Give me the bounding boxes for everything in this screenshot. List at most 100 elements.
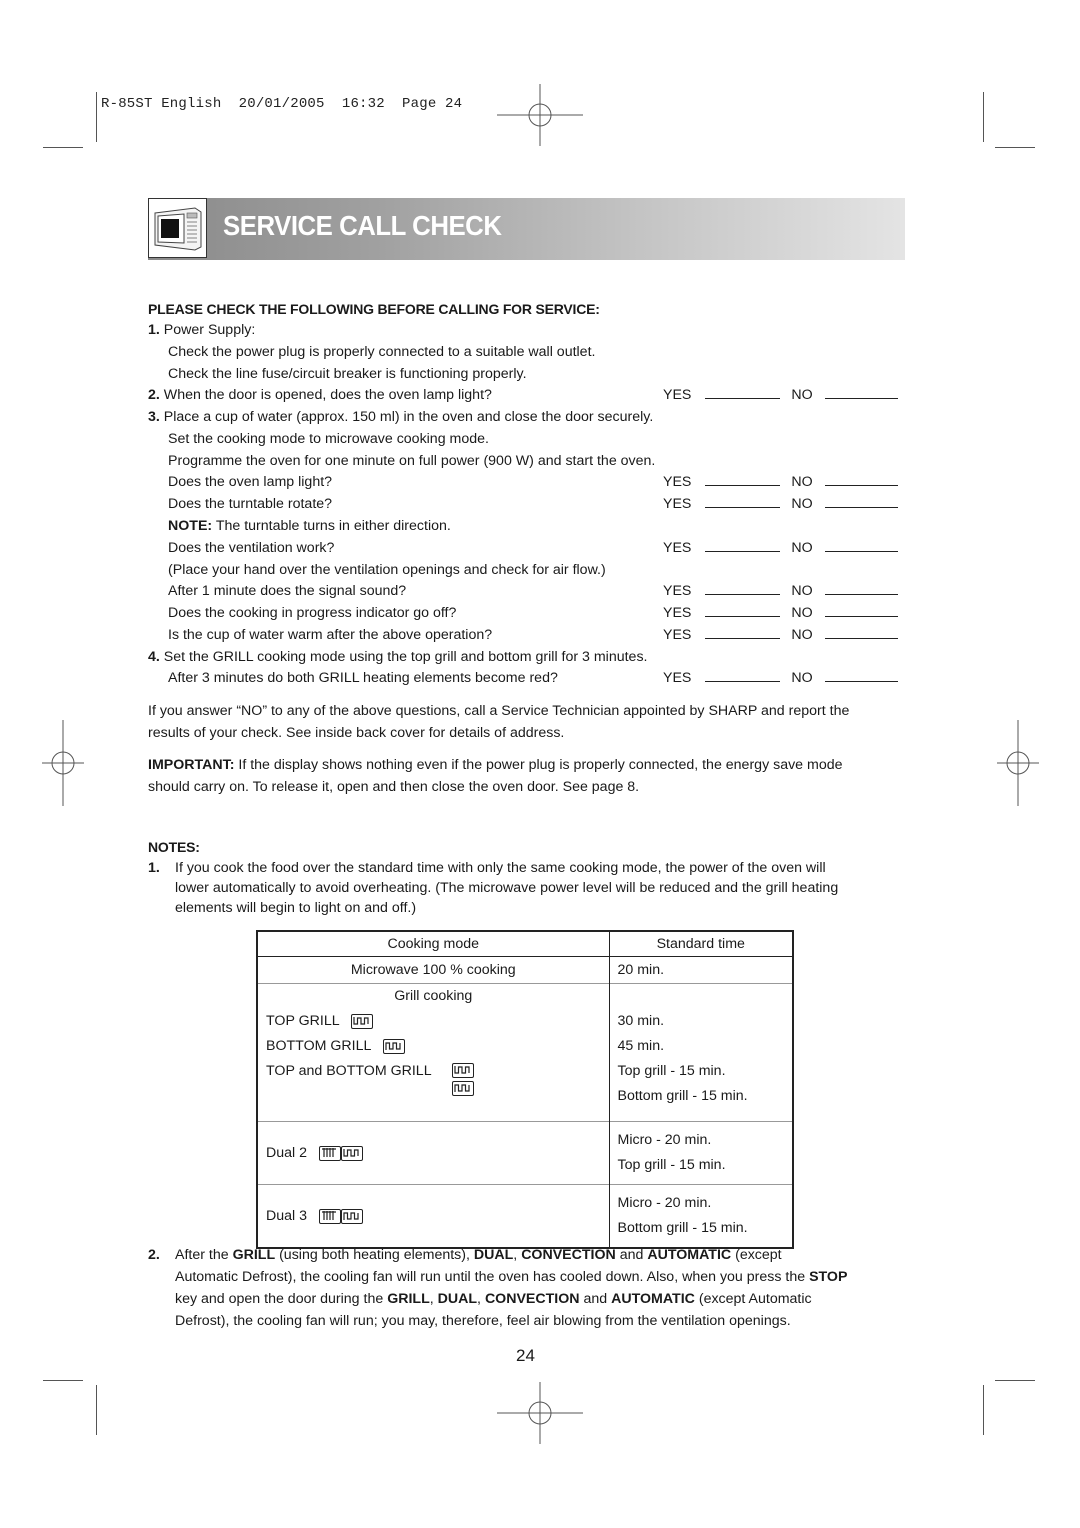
- top-grill-icon: [452, 1063, 474, 1078]
- cooking-mode-cell: Dual 2: [256, 1121, 610, 1185]
- item-number: 2.: [148, 387, 160, 403]
- registration-mark-left: [42, 720, 84, 806]
- yes-answer-blank[interactable]: [705, 593, 781, 595]
- registration-mark-top: [497, 84, 583, 146]
- mode-label: BOTTOM GRILL: [266, 1038, 372, 1054]
- yes-answer-blank[interactable]: [705, 484, 781, 486]
- mode-label: TOP GRILL: [266, 1013, 340, 1029]
- important-label: IMPORTANT:: [148, 757, 235, 773]
- bottom-grill-icon: [452, 1081, 474, 1096]
- registration-mark-bottom: [497, 1382, 583, 1444]
- yes-label: YES: [663, 670, 692, 686]
- microwave-oven-icon: [148, 198, 207, 258]
- no-answer-blank[interactable]: [824, 506, 898, 508]
- crop-mark: [995, 1380, 1035, 1381]
- advice-text: If you answer “NO” to any of the above q…: [148, 703, 850, 719]
- note-text: If you cook the food over the standard t…: [175, 860, 826, 876]
- check-item-1: 1. Power Supply:: [148, 320, 255, 342]
- page-number: 24: [516, 1346, 535, 1365]
- ventilation-hint: (Place your hand over the ventilation op…: [168, 562, 606, 578]
- question-text: Does the cooking in progress indicator g…: [168, 605, 457, 621]
- item-number: 3.: [148, 409, 160, 425]
- important-text: should carry on. To release it, open and…: [148, 779, 640, 795]
- note-text: The turntable turns in either direction.: [212, 518, 451, 534]
- table-row: Grill cooking TOP GRILL BOTTOM GRILL TOP…: [256, 983, 794, 1122]
- top-grill-row: TOP GRILL: [266, 1009, 601, 1034]
- item-text: Check the power plug is properly connect…: [168, 344, 596, 360]
- no-answer-blank[interactable]: [824, 615, 898, 617]
- yes-no-answer-row: YES NO: [663, 625, 898, 647]
- crop-mark: [995, 147, 1035, 148]
- no-label: NO: [791, 605, 813, 621]
- no-label: NO: [791, 670, 813, 686]
- yes-answer-blank[interactable]: [705, 680, 781, 682]
- crop-mark: [983, 1385, 984, 1435]
- item-text: Place a cup of water (approx. 150 ml) in…: [163, 409, 654, 425]
- item-number: 4.: [148, 649, 160, 665]
- yes-label: YES: [663, 605, 692, 621]
- no-answer-blank[interactable]: [824, 397, 898, 399]
- yes-label: YES: [663, 540, 692, 556]
- no-answer-blank[interactable]: [824, 593, 898, 595]
- no-answer-blank[interactable]: [824, 550, 898, 552]
- no-answer-blank[interactable]: [824, 637, 898, 639]
- standard-time-cell: 30 min. 45 min. Top grill - 15 min. Bott…: [608, 983, 794, 1122]
- top-bottom-grill-row: TOP and BOTTOM GRILL: [266, 1059, 601, 1096]
- column-header: Standard time: [608, 931, 794, 957]
- important-text: IMPORTANT: If the display shows nothing …: [148, 755, 843, 777]
- no-answer-blank[interactable]: [824, 484, 898, 486]
- question-text: When the door is opened, does the oven l…: [163, 387, 492, 403]
- question-text: Does the turntable rotate?: [168, 496, 333, 512]
- no-label: NO: [791, 583, 813, 599]
- cooking-mode-cell: Grill cooking TOP GRILL BOTTOM GRILL TOP…: [256, 983, 610, 1122]
- yes-no-answer-row: YES NO: [663, 385, 898, 407]
- item-text: Programme the oven for one minute on ful…: [168, 453, 656, 469]
- item-text: Set the GRILL cooking mode using the top…: [163, 649, 648, 665]
- standard-time-table: Cooking mode Standard time Microwave 100…: [256, 930, 794, 1249]
- time-value: Top grill - 15 min.: [617, 1063, 726, 1079]
- time-value: Bottom grill - 15 min.: [617, 1088, 748, 1104]
- table-row: Dual 2 Micro - 20 min. Top grill - 15 mi…: [256, 1121, 794, 1185]
- registration-mark-right: [997, 720, 1039, 806]
- note2-line: After the GRILL (using both heating elem…: [175, 1247, 782, 1263]
- yes-answer-blank[interactable]: [705, 615, 781, 617]
- yes-label: YES: [663, 474, 692, 490]
- table-row: Microwave 100 % cooking 20 min.: [256, 956, 794, 984]
- page-title: SERVICE CALL CHECK: [223, 210, 502, 241]
- yes-answer-blank[interactable]: [705, 506, 781, 508]
- microwave-icon: [318, 1145, 341, 1161]
- yes-no-answer-row: YES NO: [663, 538, 898, 560]
- yes-answer-blank[interactable]: [705, 397, 781, 399]
- top-grill-icon: [340, 1145, 363, 1161]
- yes-no-answer-row: YES NO: [663, 668, 898, 690]
- no-answer-blank[interactable]: [824, 680, 898, 682]
- mode-label: Dual 2: [266, 1145, 308, 1161]
- note2-line: Defrost), the cooling fan will run; you …: [175, 1313, 791, 1329]
- crop-mark: [43, 147, 83, 148]
- crop-mark: [96, 92, 97, 142]
- time-value: 30 min.: [617, 1013, 665, 1029]
- cooking-mode-cell: Dual 3: [256, 1184, 610, 1248]
- mode-label: TOP and BOTTOM GRILL: [266, 1063, 432, 1079]
- check-item-4: 4. Set the GRILL cooking mode using the …: [148, 647, 647, 669]
- table-header-row: Cooking mode Standard time: [256, 931, 794, 957]
- check-item-3: 3. Place a cup of water (approx. 150 ml)…: [148, 407, 653, 429]
- crop-mark: [983, 92, 984, 142]
- question-text: Is the cup of water warm after the above…: [168, 627, 493, 643]
- standard-time-cell: Micro - 20 min. Bottom grill - 15 min.: [608, 1184, 794, 1248]
- yes-label: YES: [663, 583, 692, 599]
- item-number: 1.: [148, 322, 160, 338]
- yes-no-answer-row: YES NO: [663, 603, 898, 625]
- cooking-mode-cell: Microwave 100 % cooking: [256, 956, 610, 984]
- section-banner: SERVICE CALL CHECK: [148, 198, 905, 260]
- yes-answer-blank[interactable]: [705, 550, 781, 552]
- standard-time-cell: 20 min.: [608, 956, 794, 984]
- yes-no-answer-row: YES NO: [663, 472, 898, 494]
- question-text: After 1 minute does the signal sound?: [168, 583, 407, 599]
- yes-label: YES: [663, 387, 692, 403]
- item-text: Check the line fuse/circuit breaker is f…: [168, 366, 527, 382]
- note-label: NOTE:: [168, 518, 213, 534]
- note-number: 1.: [148, 860, 160, 876]
- bottom-grill-icon: [340, 1208, 363, 1224]
- yes-answer-blank[interactable]: [705, 637, 781, 639]
